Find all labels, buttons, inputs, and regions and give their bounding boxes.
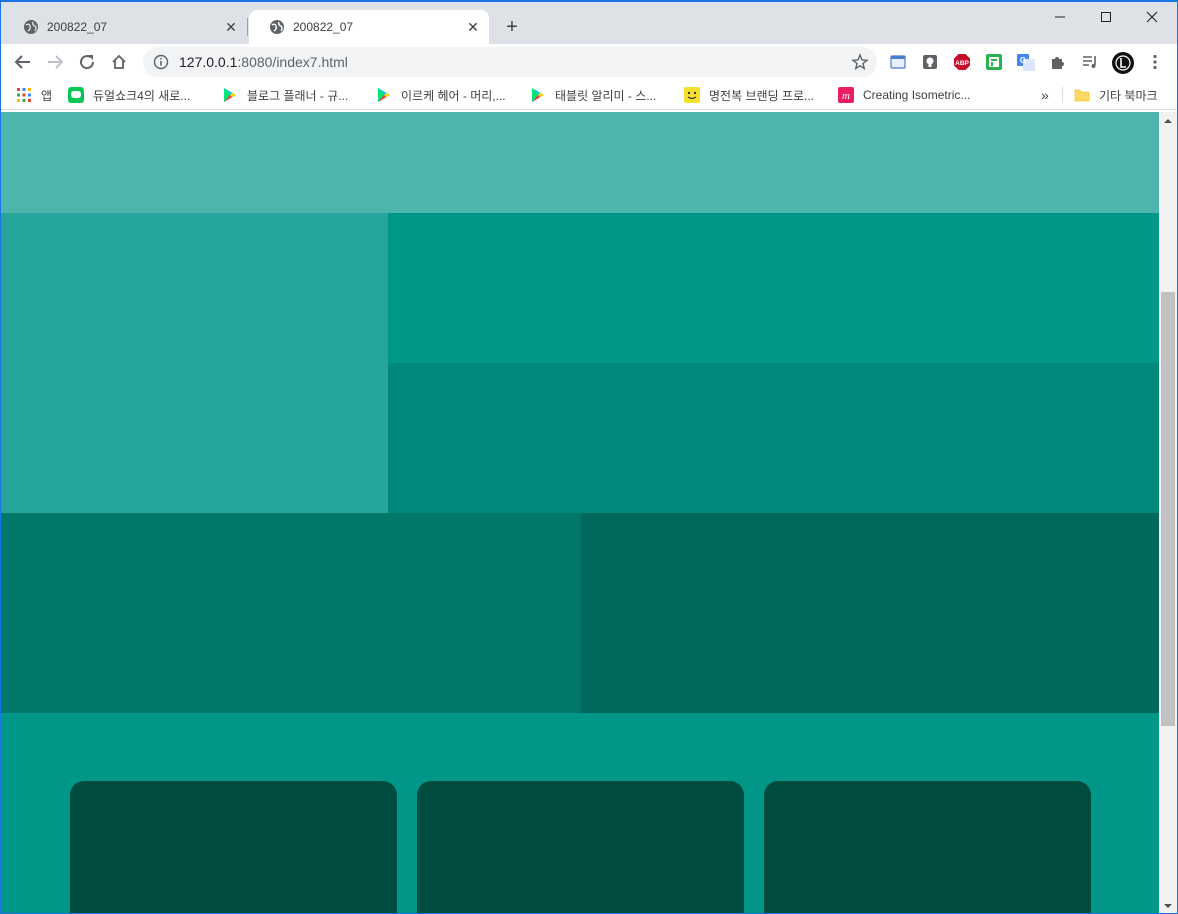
right-bottom-block bbox=[388, 363, 1159, 513]
svg-text:G: G bbox=[1020, 56, 1026, 65]
bottom-left-block bbox=[1, 513, 581, 713]
bookmark-item[interactable]: m Creating Isometric... bbox=[838, 86, 970, 104]
tab-manager-icon[interactable] bbox=[889, 53, 907, 71]
tab-title: 200822_07 bbox=[293, 20, 354, 34]
reload-icon[interactable] bbox=[73, 48, 101, 76]
bookmark-label: 기타 북마크 bbox=[1099, 88, 1158, 103]
card bbox=[417, 781, 744, 913]
globe-icon bbox=[23, 19, 39, 35]
tab-inactive[interactable]: 200822_07 ✕ bbox=[3, 10, 247, 44]
card bbox=[70, 781, 397, 913]
bookmark-label: 이르케 헤어 - 머리,... bbox=[401, 88, 506, 103]
page-viewport bbox=[1, 112, 1159, 913]
tab-separator bbox=[247, 18, 248, 36]
tab-strip: 200822_07 ✕ 200822_07 ✕ + bbox=[1, 2, 1177, 44]
header-block bbox=[1, 112, 1159, 213]
smile-face-icon bbox=[684, 87, 700, 103]
back-arrow-icon[interactable] bbox=[9, 48, 37, 76]
vertical-scrollbar[interactable] bbox=[1159, 112, 1177, 913]
svg-text:ABP: ABP bbox=[955, 60, 969, 67]
play-store-icon bbox=[222, 87, 238, 103]
bookmark-item[interactable]: 명전복 브랜딩 프로... bbox=[684, 86, 814, 104]
bookmarks-divider bbox=[1062, 87, 1063, 103]
play-store-icon bbox=[530, 87, 546, 103]
tab-title: 200822_07 bbox=[47, 20, 108, 34]
maximize-icon[interactable] bbox=[1083, 2, 1129, 32]
tab-active[interactable]: 200822_07 ✕ bbox=[249, 10, 489, 44]
other-bookmarks-folder[interactable]: 기타 북마크 bbox=[1074, 86, 1158, 104]
bookmark-apps[interactable]: 앱 bbox=[16, 86, 52, 104]
footer-block bbox=[1, 713, 1159, 913]
play-store-icon bbox=[376, 87, 392, 103]
minimize-icon[interactable] bbox=[1037, 2, 1083, 32]
bookmarks-bar: 앱 듀얼쇼크4의 새로... 블로그 플래너 - 규... 이르케 헤어 - 머… bbox=[1, 80, 1177, 110]
close-tab-icon[interactable]: ✕ bbox=[221, 17, 241, 37]
bookmark-label: 명전복 브랜딩 프로... bbox=[709, 88, 814, 103]
bookmark-label: Creating Isometric... bbox=[863, 88, 971, 102]
lightbulb-icon[interactable] bbox=[921, 53, 939, 71]
browser-window: 200822_07 ✕ 200822_07 ✕ + 127.0.0.1:8080… bbox=[0, 0, 1178, 914]
close-tab-icon[interactable]: ✕ bbox=[463, 17, 483, 37]
forward-arrow-icon[interactable] bbox=[41, 48, 69, 76]
bookmark-item[interactable]: 이르케 헤어 - 머리,... bbox=[376, 86, 506, 104]
folder-icon bbox=[1074, 87, 1090, 103]
bookmark-label: 블로그 플래너 - 규... bbox=[247, 88, 349, 103]
scroll-down-arrow-icon[interactable] bbox=[1159, 897, 1177, 913]
svg-text:m: m bbox=[842, 90, 850, 102]
media-control-icon[interactable] bbox=[1081, 53, 1099, 71]
bookmarks-overflow-chevron[interactable]: » bbox=[1041, 86, 1049, 104]
bookmark-label: 듀얼쇼크4의 새로... bbox=[93, 88, 191, 103]
bookmark-item[interactable]: 태블릿 알리미 - 스... bbox=[530, 86, 656, 104]
bookmark-item[interactable]: 블로그 플래너 - 규... bbox=[222, 86, 348, 104]
url-path: :8080/index7.html bbox=[237, 54, 348, 70]
browser-toolbar: 127.0.0.1:8080/index7.html ABP G bbox=[1, 44, 1177, 80]
m-logo-icon: m bbox=[838, 87, 854, 103]
adblock-plus-icon[interactable]: ABP bbox=[953, 53, 971, 71]
new-tab-button[interactable]: + bbox=[499, 14, 525, 40]
home-icon[interactable] bbox=[105, 48, 133, 76]
globe-icon bbox=[269, 19, 285, 35]
bookmark-star-icon[interactable] bbox=[851, 53, 869, 71]
url-host: 127.0.0.1 bbox=[179, 54, 238, 70]
google-translate-icon[interactable]: G bbox=[1017, 53, 1035, 71]
right-top-block bbox=[388, 213, 1159, 363]
card bbox=[764, 781, 1091, 913]
address-bar[interactable]: 127.0.0.1:8080/index7.html bbox=[143, 47, 877, 77]
extensions-puzzle-icon[interactable] bbox=[1049, 53, 1067, 71]
window-close-icon[interactable] bbox=[1129, 2, 1175, 32]
menu-dots-icon[interactable] bbox=[1146, 53, 1164, 71]
left-block bbox=[1, 213, 388, 513]
scrollbar-thumb[interactable] bbox=[1161, 292, 1175, 726]
feedly-icon[interactable] bbox=[985, 53, 1003, 71]
url-text: 127.0.0.1:8080/index7.html bbox=[179, 54, 348, 70]
line-icon bbox=[68, 87, 84, 103]
scroll-up-arrow-icon[interactable] bbox=[1159, 112, 1177, 129]
bookmark-label: 앱 bbox=[41, 88, 53, 103]
apps-grid-icon bbox=[16, 87, 32, 103]
bottom-right-block bbox=[581, 513, 1159, 713]
bookmark-label: 태블릿 알리미 - 스... bbox=[555, 88, 657, 103]
info-icon[interactable] bbox=[153, 54, 169, 70]
bookmark-item[interactable]: 듀얼쇼크4의 새로... bbox=[68, 86, 190, 104]
profile-avatar-icon[interactable] bbox=[1111, 51, 1135, 75]
